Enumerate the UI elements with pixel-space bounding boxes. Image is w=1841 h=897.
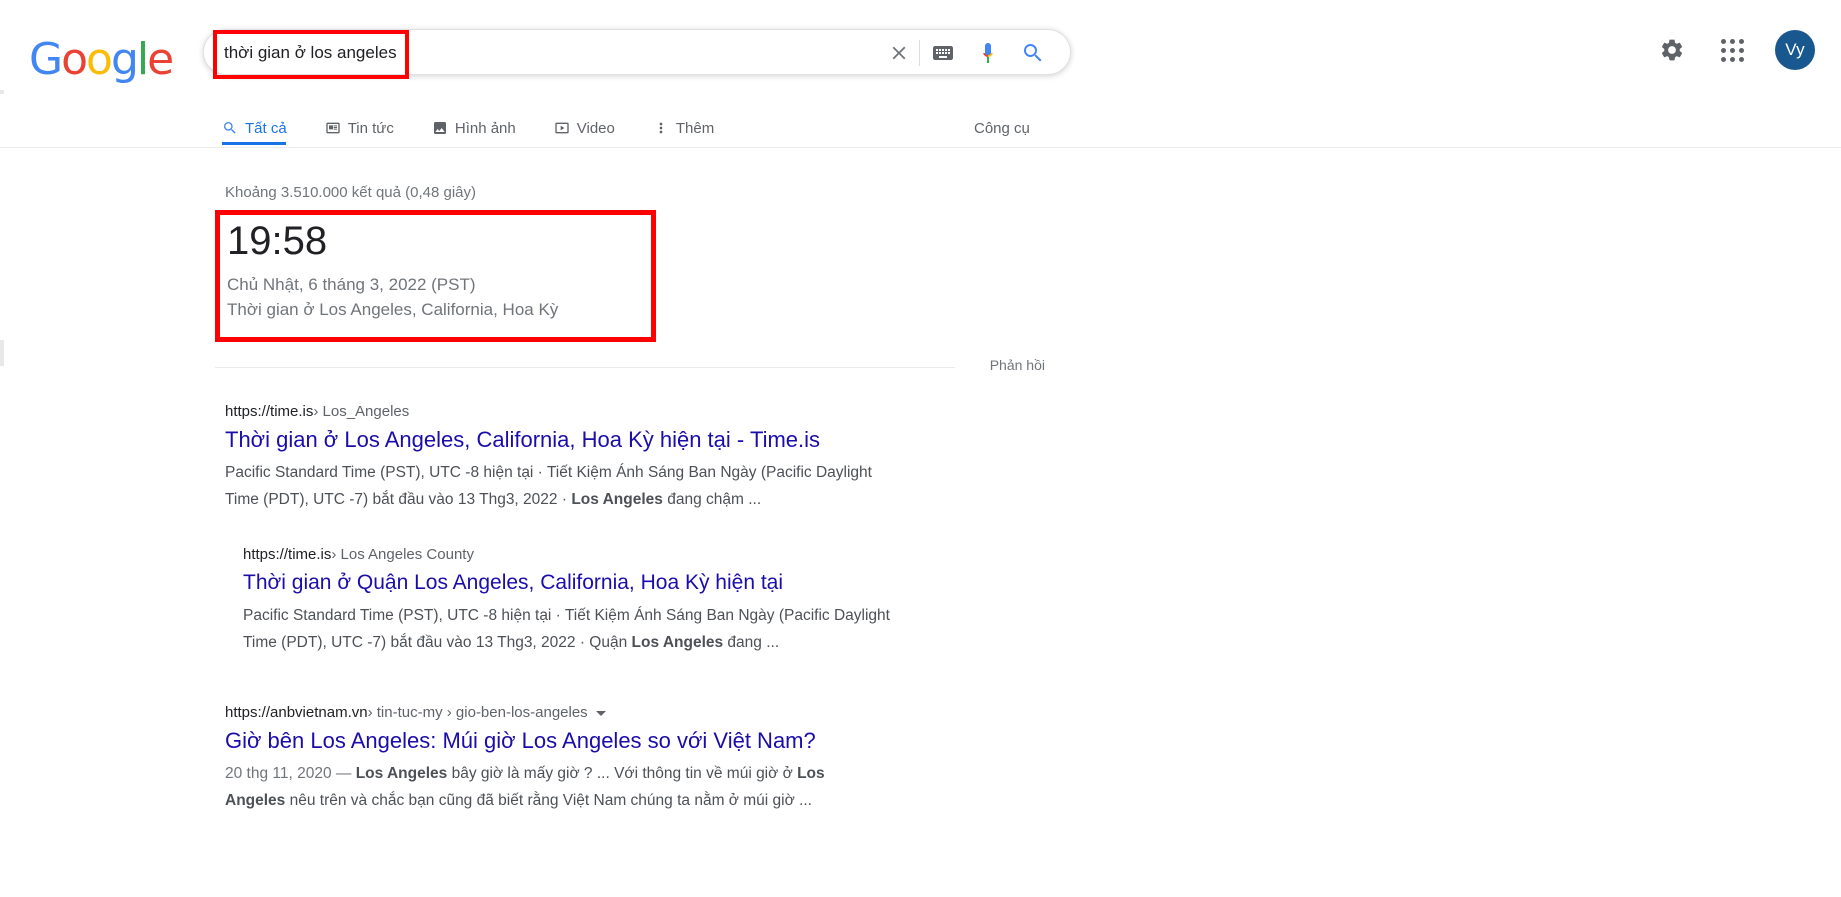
- tab-images[interactable]: Hình ảnh: [432, 108, 533, 148]
- tab-news[interactable]: Tin tức: [325, 108, 411, 148]
- apps-grid-icon[interactable]: [1715, 33, 1749, 67]
- snippet-line-2-post: đang chậm ...: [662, 491, 762, 508]
- microphone-icon[interactable]: [966, 30, 1010, 76]
- keyboard-icon[interactable]: [920, 30, 966, 76]
- page-header: Google thời gian ở los angeles Vy: [0, 0, 1841, 108]
- tab-all-label: Tất cả: [245, 119, 287, 137]
- avatar[interactable]: Vy: [1775, 30, 1815, 70]
- news-icon: [325, 120, 341, 136]
- search-area: [203, 29, 1071, 76]
- result-url[interactable]: https://anbvietnam.vn › tin-tuc-my › gio…: [225, 703, 985, 723]
- tab-more-label: Thêm: [675, 119, 715, 137]
- snippet-line-1: Pacific Standard Time (PST), UTC -8 hiện…: [243, 607, 890, 624]
- current-time: 19:58: [227, 219, 328, 263]
- google-logo[interactable]: Google: [29, 38, 174, 82]
- time-answer-box: 19:58 Chủ Nhật, 6 tháng 3, 2022 (PST) Th…: [215, 210, 656, 342]
- search-bar[interactable]: [203, 29, 1071, 76]
- result-path: › tin-tuc-my › gio-ben-los-angeles: [367, 704, 588, 721]
- result-snippet: Pacific Standard Time (PST), UTC -8 hiện…: [243, 602, 988, 656]
- search-input[interactable]: [222, 30, 822, 76]
- snippet-line-2-pre: Time (PDT), UTC -7) bắt đầu vào 13 Thg3,…: [243, 634, 632, 651]
- snippet-line-2-post: đang ...: [723, 634, 780, 651]
- search-result-2: https://time.is › Los Angeles County Thờ…: [243, 545, 988, 656]
- tab-video[interactable]: Video: [554, 108, 632, 148]
- result-path: › Los_Angeles: [313, 403, 410, 420]
- google-search-results-page: Google thời gian ở los angeles Vy Tất cả…: [0, 0, 1841, 897]
- result-domain: https://time.is: [225, 403, 314, 420]
- edge-artifact-mid: [0, 340, 4, 366]
- search-bar-icons: [879, 30, 1056, 76]
- more-vertical-icon: [653, 120, 669, 136]
- search-result-1: https://time.is › Los_Angeles Thời gian …: [225, 402, 985, 513]
- tab-images-label: Hình ảnh: [454, 119, 516, 137]
- result-path: › Los Angeles County: [331, 546, 474, 563]
- tab-more[interactable]: Thêm: [653, 108, 731, 148]
- snippet-bold-term-2: Los: [797, 765, 825, 782]
- tabs-list: Tất cả Tin tức Hình ảnh Video Thêm: [222, 108, 752, 148]
- feedback-row: Phản hồi: [215, 357, 1045, 377]
- tools-label: Công cụ: [974, 119, 1030, 137]
- feedback-divider: [215, 367, 955, 368]
- edge-artifact-top: [0, 90, 4, 94]
- result-url[interactable]: https://time.is › Los_Angeles: [225, 402, 985, 422]
- feedback-link[interactable]: Phản hồi: [990, 357, 1045, 373]
- snippet-date: 20 thg 11, 2020 —: [225, 765, 356, 782]
- tab-news-label: Tin tức: [347, 119, 394, 137]
- apps-grid-dots: [1720, 38, 1744, 62]
- current-date: Chủ Nhật, 6 tháng 3, 2022 (PST): [227, 275, 476, 294]
- search-result-3: https://anbvietnam.vn › tin-tuc-my › gio…: [225, 703, 985, 814]
- time-location-label: Thời gian ở Los Angeles, California, Hoa…: [227, 300, 559, 319]
- result-title[interactable]: Giờ bên Los Angeles: Múi giờ Los Angeles…: [225, 726, 985, 756]
- snippet-bold-term: Los Angeles: [631, 634, 724, 651]
- active-tab-indicator: [222, 142, 286, 145]
- snippet-line-2-pre: Time (PDT), UTC -7) bắt đầu vào 13 Thg3,…: [225, 491, 572, 508]
- result-stats: Khoảng 3.510.000 kết quả (0,48 giây): [225, 184, 477, 201]
- tab-video-label: Video: [576, 119, 615, 137]
- search-submit-icon[interactable]: [1010, 30, 1056, 76]
- gear-icon[interactable]: [1655, 33, 1689, 67]
- video-icon: [554, 120, 570, 136]
- result-title[interactable]: Thời gian ở Los Angeles, California, Hoa…: [225, 425, 985, 455]
- close-icon[interactable]: [879, 30, 919, 76]
- result-title[interactable]: Thời gian ở Quận Los Angeles, California…: [243, 568, 988, 598]
- result-url[interactable]: https://time.is › Los Angeles County: [243, 545, 988, 565]
- snippet-tail: nêu trên và chắc bạn cũng đã biết rằng V…: [285, 792, 812, 809]
- tools-button[interactable]: Công cụ: [974, 108, 1030, 148]
- snippet-middle: bây giờ là mấy giờ ? ... Với thông tin v…: [447, 765, 798, 782]
- result-snippet: Pacific Standard Time (PST), UTC -8 hiện…: [225, 459, 985, 513]
- search-icon: [222, 120, 238, 136]
- header-actions: Vy: [1655, 30, 1815, 70]
- image-icon: [432, 120, 448, 136]
- snippet-bold-term: Los Angeles: [571, 491, 663, 508]
- snippet-line-1: Pacific Standard Time (PST), UTC -8 hiện…: [225, 464, 872, 481]
- snippet-bold-term-1: Los Angeles: [355, 765, 448, 782]
- chevron-down-icon[interactable]: [595, 710, 606, 716]
- nav-divider: [0, 147, 1841, 148]
- result-domain: https://time.is: [243, 546, 332, 563]
- snippet-bold-term-3: Angeles: [225, 792, 286, 809]
- result-domain: https://anbvietnam.vn: [225, 704, 368, 721]
- result-snippet: 20 thg 11, 2020 — Los Angeles bây giờ là…: [225, 760, 985, 814]
